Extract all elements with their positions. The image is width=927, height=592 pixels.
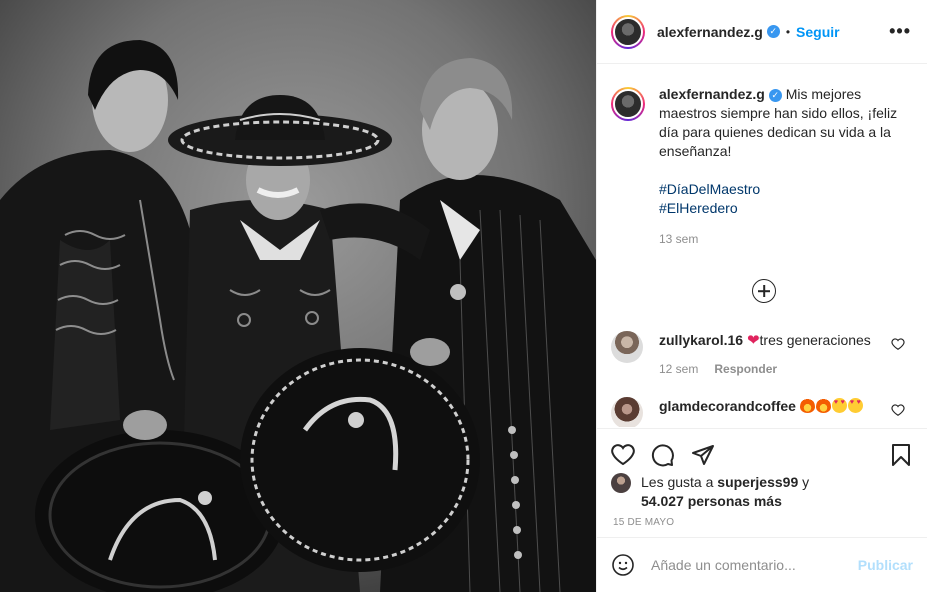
load-more-comments-icon[interactable] xyxy=(752,279,776,303)
post-header: alexfernandez.g ✓ • Seguir ••• xyxy=(597,0,927,64)
heart-eyes-emoji-icon xyxy=(831,398,847,413)
more-options-icon[interactable]: ••• xyxy=(889,21,911,42)
comment-item: zullykarol.16 ❤tres generaciones 12 sem R… xyxy=(597,331,927,379)
like-comment-heart-icon[interactable] xyxy=(891,337,905,351)
likes-prefix: Les gusta a xyxy=(641,474,714,490)
separator-dot: • xyxy=(785,24,791,39)
emoji-smiley-icon[interactable] xyxy=(611,553,635,577)
red-heart-emoji-icon: ❤ xyxy=(746,332,760,349)
liker-username[interactable]: superjess99 xyxy=(717,474,798,490)
post-actions: Les gusta a superjess99 y 54.027 persona… xyxy=(597,428,927,528)
fire-emoji-icon xyxy=(815,398,831,413)
likes-connector: y xyxy=(802,474,810,490)
post-caption: alexfernandez.g ✓ Mis mejores maestros si… xyxy=(597,65,927,249)
hashtag-link[interactable]: #DíaDelMaestro xyxy=(659,180,899,199)
reply-button[interactable]: Responder xyxy=(714,362,777,376)
comment-input[interactable]: Añade un comentario... xyxy=(651,557,796,573)
commenter-avatar[interactable] xyxy=(611,397,643,427)
like-heart-icon[interactable] xyxy=(611,443,635,467)
author-username[interactable]: alexfernandez.g xyxy=(657,24,763,40)
comment-item: glamdecorandcoffee xyxy=(597,397,927,427)
post-date[interactable]: 15 DE MAYO xyxy=(597,517,927,528)
verified-badge-icon: ✓ xyxy=(766,25,780,38)
post-photo[interactable] xyxy=(0,0,596,592)
author-avatar[interactable] xyxy=(611,14,645,49)
likes-summary: Les gusta a superjess99 y 54.027 persona… xyxy=(597,473,927,511)
heart-eyes-emoji-icon xyxy=(847,398,863,413)
caption-username[interactable]: alexfernandez.g xyxy=(659,86,765,102)
comment-text: tres generaciones xyxy=(759,332,871,348)
like-comment-heart-icon[interactable] xyxy=(891,403,905,417)
hashtag-link[interactable]: #ElHeredero xyxy=(659,199,899,218)
comments-section[interactable]: alexfernandez.g ✓ Mis mejores maestros si… xyxy=(597,65,927,427)
fire-emoji-icon xyxy=(799,398,815,413)
commenter-avatar[interactable] xyxy=(611,331,643,363)
commenter-username[interactable]: zullykarol.16 xyxy=(659,332,743,348)
likes-suffix[interactable]: personas más xyxy=(688,493,782,509)
save-bookmark-icon[interactable] xyxy=(889,443,913,467)
share-paper-plane-icon[interactable] xyxy=(691,443,715,467)
add-comment-bar: Añade un comentario... Publicar xyxy=(597,537,927,592)
publish-button[interactable]: Publicar xyxy=(858,557,913,573)
caption-avatar[interactable] xyxy=(611,87,645,121)
caption-time[interactable]: 13 sem xyxy=(659,230,899,249)
likes-count[interactable]: 54.027 xyxy=(641,493,684,509)
follow-button[interactable]: Seguir xyxy=(796,24,840,40)
photo-illustration xyxy=(0,0,596,592)
post-side-panel: alexfernandez.g ✓ • Seguir ••• alexferna… xyxy=(596,0,927,592)
comment-bubble-icon[interactable] xyxy=(651,443,675,467)
liker-avatar[interactable] xyxy=(611,473,631,493)
comment-time[interactable]: 12 sem xyxy=(659,362,698,376)
commenter-username[interactable]: glamdecorandcoffee xyxy=(659,398,796,414)
verified-badge-icon: ✓ xyxy=(768,88,782,102)
